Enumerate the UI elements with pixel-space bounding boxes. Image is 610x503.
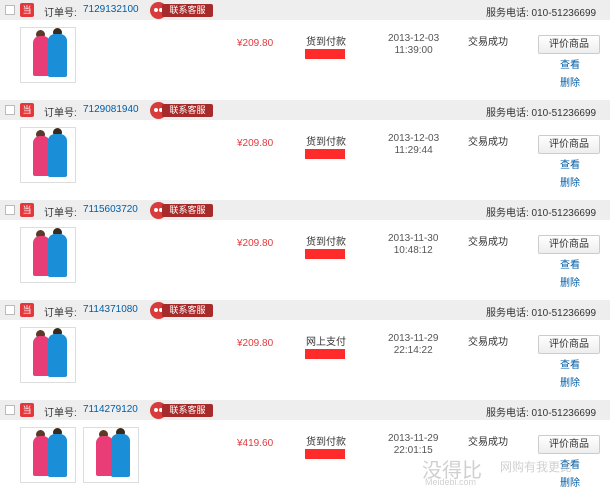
order-date: 2013-11-30 — [388, 233, 439, 244]
redacted-mark — [305, 349, 345, 359]
order-number[interactable]: 7115603720 — [83, 204, 138, 215]
order-number-label: 订单号: — [44, 308, 77, 319]
order-list: { "labels": { "order_no": "订单号:", "conta… — [0, 0, 610, 503]
order-date: 2013-11-29 — [388, 433, 439, 444]
view-link[interactable]: 查看 — [560, 256, 580, 271]
order-item: 当 订单号: 7114371080 联系客服 服务电话: 010-5123669… — [0, 300, 610, 400]
redacted-mark — [305, 149, 345, 159]
order-price: ¥209.80 — [237, 138, 274, 149]
order-header: 当 订单号: 7129132100 联系客服 服务电话: 010-5123669… — [0, 0, 610, 20]
order-date: 2013-12-03 — [388, 133, 440, 144]
payment-method: 货到付款 — [306, 437, 346, 448]
review-button[interactable]: 评价商品 — [538, 135, 600, 154]
order-datetime: 2013-11-30 10:48:12 — [388, 233, 438, 257]
order-header: 当 订单号: 7114371080 联系客服 服务电话: 010-5123669… — [0, 300, 610, 320]
order-checkbox[interactable] — [5, 105, 15, 115]
order-price: ¥419.60 — [237, 438, 274, 449]
redacted-mark — [305, 449, 345, 459]
order-item: 当 订单号: 7129132100 联系客服 服务电话: 010-5123669… — [0, 0, 610, 100]
view-link[interactable]: 查看 — [560, 156, 580, 171]
contact-service-label: 联系客服 — [162, 4, 213, 17]
order-number[interactable]: 7129081940 — [83, 104, 139, 115]
contact-service-label: 联系客服 — [162, 104, 213, 117]
order-price: ¥209.80 — [237, 338, 274, 349]
order-number[interactable]: 7129132100 — [83, 4, 139, 15]
delete-link[interactable]: 删除 — [560, 74, 580, 89]
order-number[interactable]: 7114279120 — [83, 404, 138, 415]
product-thumbnail[interactable] — [20, 27, 76, 83]
order-checkbox[interactable] — [5, 205, 15, 215]
order-date: 2013-12-03 — [388, 33, 440, 44]
order-number[interactable]: 7114371080 — [83, 304, 138, 315]
delete-link[interactable]: 删除 — [560, 474, 580, 489]
order-item: 当 订单号: 7129081940 联系客服 服务电话: 010-5123669… — [0, 100, 610, 200]
shop-icon: 当 — [20, 403, 34, 417]
delete-link[interactable]: 删除 — [560, 374, 580, 389]
shop-icon: 当 — [20, 203, 34, 217]
order-number-label: 订单号: — [44, 408, 77, 419]
order-datetime: 2013-11-29 22:14:22 — [388, 333, 438, 357]
delete-link[interactable]: 删除 — [560, 274, 580, 289]
payment-method: 货到付款 — [306, 137, 346, 148]
order-item: 当 订单号: 7115603720 联系客服 服务电话: 010-5123669… — [0, 200, 610, 300]
order-status: 交易成功 — [468, 437, 508, 448]
order-number-label: 订单号: — [44, 208, 77, 219]
review-button[interactable]: 评价商品 — [538, 335, 600, 354]
payment-method: 货到付款 — [306, 37, 346, 48]
watermark-site: Meidebi.com — [425, 477, 477, 487]
order-header: 当 订单号: 7115603720 联系客服 服务电话: 010-5123669… — [0, 200, 610, 220]
service-phone: 服务电话: 010-51236699 — [486, 8, 597, 19]
order-header: 当 订单号: 7129081940 联系客服 服务电话: 010-5123669… — [0, 100, 610, 120]
view-link[interactable]: 查看 — [560, 356, 580, 371]
service-phone: 服务电话: 010-51236699 — [486, 108, 597, 119]
order-status: 交易成功 — [468, 337, 508, 348]
order-datetime: 2013-12-03 11:39:00 — [388, 33, 439, 57]
payment-method: 货到付款 — [306, 237, 346, 248]
order-checkbox[interactable] — [5, 305, 15, 315]
order-item: 当 订单号: 7114279120 联系客服 服务电话: 010-5123669… — [0, 400, 610, 500]
service-phone: 服务电话: 010-51236699 — [486, 208, 597, 219]
order-header: 当 订单号: 7114279120 联系客服 服务电话: 010-5123669… — [0, 400, 610, 420]
order-date: 2013-11-29 — [388, 333, 439, 344]
delete-link[interactable]: 删除 — [560, 174, 580, 189]
review-button[interactable]: 评价商品 — [538, 35, 600, 54]
redacted-mark — [305, 49, 345, 59]
shop-icon: 当 — [20, 3, 34, 17]
shop-icon: 当 — [20, 103, 34, 117]
contact-service-label: 联系客服 — [162, 404, 213, 417]
contact-service-label: 联系客服 — [162, 304, 213, 317]
review-button[interactable]: 评价商品 — [538, 435, 600, 454]
order-status: 交易成功 — [468, 237, 508, 248]
product-thumbnail[interactable] — [20, 127, 76, 183]
contact-service-label: 联系客服 — [162, 204, 213, 217]
order-checkbox[interactable] — [5, 5, 15, 15]
order-price: ¥209.80 — [237, 238, 274, 249]
view-link[interactable]: 查看 — [560, 56, 580, 71]
product-thumbnail[interactable] — [20, 227, 76, 283]
order-number-label: 订单号: — [44, 8, 77, 19]
order-price: ¥209.80 — [237, 38, 274, 49]
redacted-mark — [305, 249, 345, 259]
order-number-label: 订单号: — [44, 108, 77, 119]
product-thumbnail[interactable] — [20, 327, 76, 383]
order-checkbox[interactable] — [5, 405, 15, 415]
order-time: 22:14:22 — [393, 345, 433, 356]
shop-icon: 当 — [20, 303, 34, 317]
watermark-slogan: 网购有我更比 — [500, 460, 573, 474]
service-phone: 服务电话: 010-51236699 — [486, 308, 597, 319]
review-button[interactable]: 评价商品 — [538, 235, 600, 254]
order-time: 10:48:12 — [393, 245, 433, 256]
payment-method: 网上支付 — [306, 337, 346, 348]
order-time: 11:29:44 — [394, 145, 433, 156]
order-datetime: 2013-12-03 11:29:44 — [388, 133, 439, 157]
product-thumbnail[interactable] — [20, 427, 76, 483]
order-status: 交易成功 — [468, 37, 508, 48]
order-status: 交易成功 — [468, 137, 508, 148]
order-time: 11:39:00 — [394, 45, 433, 56]
product-thumbnail[interactable] — [83, 427, 139, 483]
service-phone: 服务电话: 010-51236699 — [486, 408, 597, 419]
